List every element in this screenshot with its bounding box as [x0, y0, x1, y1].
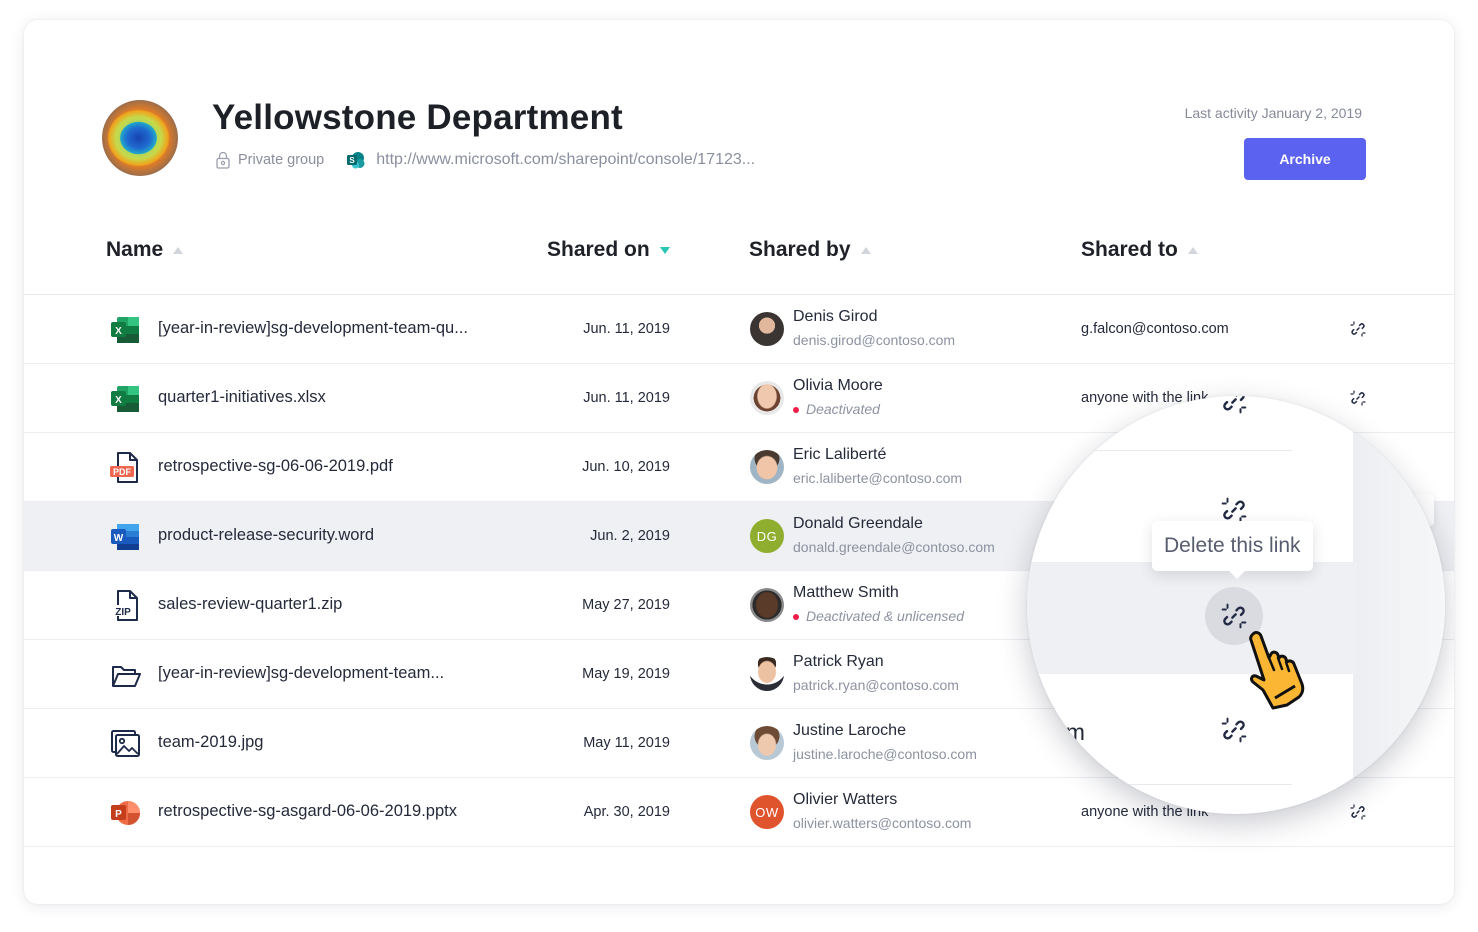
- avatar: [750, 588, 784, 622]
- person-name: Olivier Watters: [793, 791, 898, 808]
- group-title: Yellowstone Department: [212, 98, 623, 137]
- magnifier-lens: Delete this link om: [1027, 396, 1445, 814]
- file-name[interactable]: sales-review-quarter1.zip: [158, 595, 342, 614]
- person-email: eric.laliberte@contoso.com: [793, 470, 963, 486]
- svg-text:X: X: [115, 326, 122, 337]
- avatar: [750, 312, 784, 346]
- pointer-hand-cursor-icon: [1249, 631, 1305, 710]
- person-name: Patrick Ryan: [793, 653, 884, 670]
- unlink-icon[interactable]: [1221, 717, 1247, 743]
- unlink-icon[interactable]: [1350, 321, 1366, 337]
- svg-text:PDF: PDF: [113, 467, 132, 477]
- svg-text:S: S: [350, 156, 356, 165]
- unlink-icon: [1223, 396, 1247, 414]
- shared-date: May 19, 2019: [582, 666, 670, 682]
- lock-icon: [216, 151, 230, 169]
- zip-icon: ZIP: [113, 590, 138, 621]
- word-icon: W: [111, 524, 139, 550]
- sort-asc-icon: [173, 246, 184, 254]
- excel-icon: X: [111, 317, 139, 343]
- shared-date: Jun. 11, 2019: [583, 390, 670, 406]
- sharepoint-url-link[interactable]: http://www.microsoft.com/sharepoint/cons…: [376, 151, 755, 169]
- svg-text:X: X: [115, 395, 122, 406]
- folder-icon: [112, 666, 141, 687]
- shared-to: g.falcon@contoso.com: [1081, 321, 1229, 337]
- shared-date: Jun. 11, 2019: [583, 321, 670, 337]
- group-meta: Private group S http://www.microsoft.com…: [216, 150, 755, 170]
- person-email: donald.greendale@contoso.com: [793, 539, 995, 555]
- svg-text:ZIP: ZIP: [115, 607, 131, 618]
- delete-link-tooltip: Delete this link: [1152, 521, 1313, 579]
- file-name[interactable]: quarter1-initiatives.xlsx: [158, 388, 326, 407]
- table-row[interactable]: X [year-in-review]sg-development-team-qu…: [24, 295, 1454, 364]
- image-icon: [111, 730, 140, 757]
- person-email: patrick.ryan@contoso.com: [793, 677, 959, 693]
- file-name[interactable]: retrospective-sg-asgard-06-06-2019.pptx: [158, 802, 457, 821]
- column-header-shared-to[interactable]: Shared to: [1081, 238, 1198, 262]
- magnified-row-divider: [1027, 450, 1292, 451]
- privacy-label: Private group: [238, 152, 325, 168]
- powerpoint-icon: P: [111, 801, 140, 825]
- column-header-shared-by[interactable]: Shared by: [749, 238, 871, 262]
- person-email: olivier.watters@contoso.com: [793, 815, 972, 831]
- shared-date: May 11, 2019: [583, 735, 670, 751]
- file-name[interactable]: team-2019.jpg: [158, 733, 264, 752]
- svg-text:P: P: [115, 809, 122, 820]
- last-activity: Last activity January 2, 2019: [1184, 105, 1362, 121]
- file-name[interactable]: product-release-security.word: [158, 526, 374, 545]
- pdf-icon: PDF: [110, 452, 138, 483]
- shared-date: Jun. 10, 2019: [582, 459, 670, 475]
- column-label: Shared by: [749, 238, 851, 261]
- shared-date: Apr. 30, 2019: [583, 804, 670, 820]
- magnified-text-fragment: om: [1053, 719, 1085, 745]
- column-label: Shared to: [1081, 238, 1178, 261]
- person-name: Matthew Smith: [793, 584, 899, 601]
- file-name[interactable]: retrospective-sg-06-06-2019.pdf: [158, 457, 393, 476]
- user-status: Deactivated: [793, 401, 880, 417]
- excel-icon: X: [111, 386, 139, 412]
- magnified-row-divider: [1027, 784, 1292, 785]
- unlink-icon[interactable]: [1221, 497, 1247, 523]
- column-header-shared-on[interactable]: Shared on: [547, 238, 670, 262]
- person-email: justine.laroche@contoso.com: [793, 746, 977, 762]
- column-header-name[interactable]: Name: [106, 238, 184, 262]
- person-name: Justine Laroche: [793, 722, 906, 739]
- avatar: OW: [750, 795, 784, 829]
- sharepoint-icon: S: [347, 152, 365, 169]
- shared-date: May 27, 2019: [582, 597, 670, 613]
- avatar: [750, 657, 784, 691]
- person-name: Denis Girod: [793, 308, 878, 325]
- sort-asc-icon: [1187, 246, 1198, 254]
- avatar: [750, 381, 784, 415]
- column-label: Shared on: [547, 238, 650, 261]
- archive-button[interactable]: Archive: [1244, 138, 1366, 180]
- column-label: Name: [106, 238, 164, 261]
- group-avatar: [102, 100, 178, 176]
- person-name: Olivia Moore: [793, 377, 883, 394]
- avatar: [750, 726, 784, 760]
- shared-date: Jun. 2, 2019: [590, 528, 670, 544]
- file-name[interactable]: [year-in-review]sg-development-team-qu..…: [158, 319, 468, 338]
- person-name: Eric Laliberté: [793, 446, 887, 463]
- sort-asc-icon: [860, 246, 871, 254]
- user-status: Deactivated & unlicensed: [793, 608, 964, 624]
- person-email: denis.girod@contoso.com: [793, 332, 956, 348]
- magnified-side-panel: [1353, 396, 1445, 814]
- avatar: [750, 450, 784, 484]
- person-name: Donald Greendale: [793, 515, 923, 532]
- file-name[interactable]: [year-in-review]sg-development-team...: [158, 664, 444, 683]
- sort-desc-icon: [659, 246, 670, 254]
- group-details-card: Yellowstone Department Private group S h…: [24, 20, 1454, 904]
- unlink-icon[interactable]: [1221, 603, 1247, 629]
- svg-text:W: W: [114, 533, 124, 544]
- avatar: DG: [750, 519, 784, 553]
